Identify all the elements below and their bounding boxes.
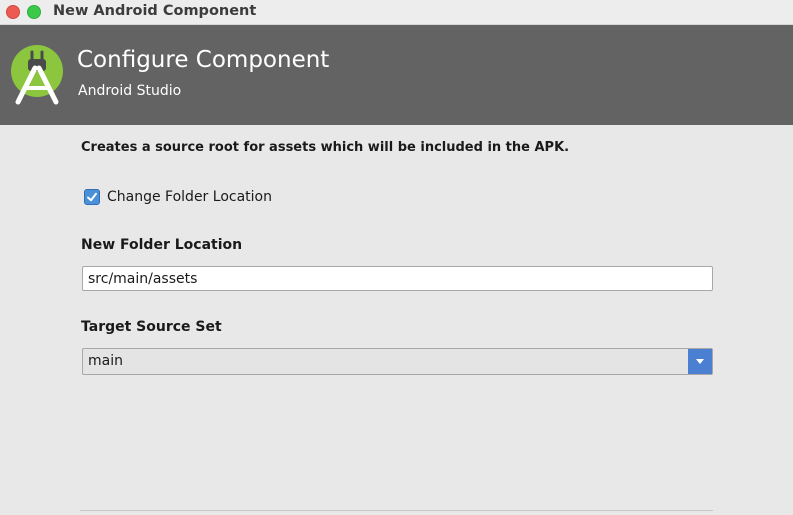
- maximize-icon[interactable]: [27, 5, 41, 19]
- folder-location-label: New Folder Location: [81, 237, 243, 253]
- close-icon[interactable]: [6, 5, 20, 19]
- page-title: Configure Component: [77, 47, 330, 73]
- footer-divider: [80, 510, 713, 511]
- page-subtitle: Android Studio: [78, 83, 182, 99]
- window-titlebar: New Android Component: [0, 0, 793, 25]
- window-title: New Android Component: [53, 3, 257, 19]
- component-description: Creates a source root for assets which w…: [81, 140, 570, 155]
- folder-location-input[interactable]: [82, 266, 713, 291]
- checkmark-icon: [87, 192, 97, 202]
- change-folder-label[interactable]: Change Folder Location: [107, 189, 272, 205]
- target-source-set-value: main: [88, 353, 123, 369]
- target-source-set-select[interactable]: main: [82, 348, 713, 375]
- change-folder-checkbox-row[interactable]: Change Folder Location: [84, 187, 272, 207]
- android-studio-logo-icon: [8, 44, 66, 106]
- change-folder-checkbox[interactable]: [84, 189, 100, 205]
- target-source-set-label: Target Source Set: [81, 319, 222, 335]
- wizard-header: Configure Component Android Studio: [0, 25, 793, 125]
- chevron-down-icon[interactable]: [688, 349, 712, 374]
